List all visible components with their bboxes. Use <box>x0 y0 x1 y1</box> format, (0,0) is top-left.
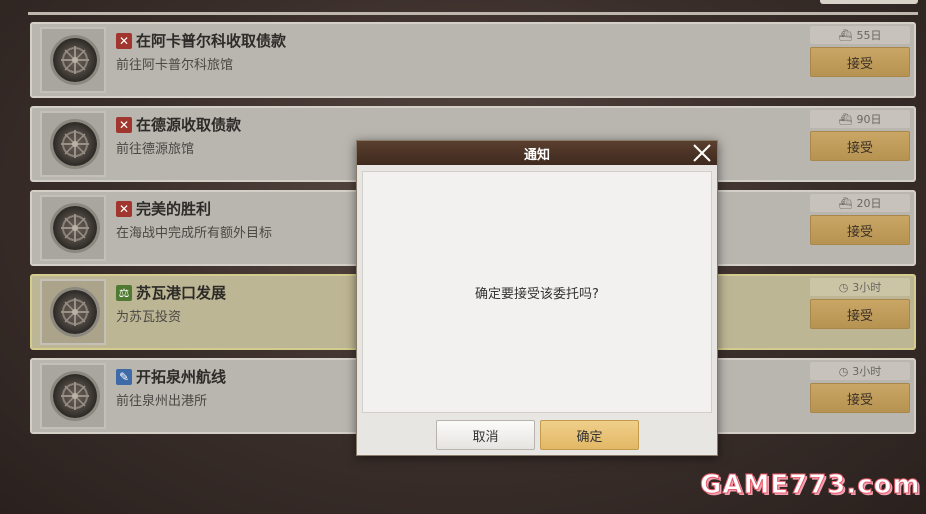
compass-icon <box>53 122 97 166</box>
quest-title: 在阿卡普尔科收取债款 <box>136 32 287 50</box>
duration-value: 55日 <box>856 29 882 42</box>
close-button[interactable] <box>691 142 713 164</box>
quest-icon-frame <box>40 111 106 177</box>
crossed-swords-icon: ✕ <box>116 201 132 217</box>
quest-duration: ◷ 3小时 <box>810 362 910 380</box>
quest-subtitle: 前往德源旅馆 <box>116 142 195 157</box>
accept-button[interactable]: 接受 <box>810 47 910 77</box>
accept-button[interactable]: 接受 <box>810 383 910 413</box>
quest-subtitle: 前往泉州出港所 <box>116 394 208 409</box>
duration-value: 3小时 <box>852 365 882 378</box>
compass-icon <box>53 374 97 418</box>
quest-subtitle: 在海战中完成所有额外目标 <box>116 226 273 241</box>
quest-icon-frame <box>40 279 106 345</box>
duration-value: 20日 <box>856 197 882 210</box>
quest-duration: ⛴ 55日 <box>810 26 910 44</box>
quest-icon-frame <box>40 363 106 429</box>
ship-icon: ⛴ <box>838 28 853 42</box>
quill-icon: ✎ <box>116 369 132 385</box>
dialog-title: 通知 <box>523 147 550 163</box>
compass-icon <box>53 290 97 334</box>
quest-title: 开拓泉州航线 <box>136 368 227 386</box>
duration-value: 3小时 <box>852 281 882 294</box>
quest-icon-frame <box>40 195 106 261</box>
dialog-message: 确定要接受该委托吗? <box>475 286 599 302</box>
top-edge-button[interactable] <box>820 0 918 4</box>
notification-dialog: 通知 确定要接受该委托吗? 取消 确定 <box>356 140 718 456</box>
top-divider <box>28 12 918 15</box>
compass-icon <box>53 38 97 82</box>
quest-icon-frame <box>40 27 106 93</box>
quest-duration: ◷ 3小时 <box>810 278 910 296</box>
quest-duration: ⛴ 90日 <box>810 110 910 128</box>
quest-row[interactable]: ✕ 在阿卡普尔科收取债款 前往阿卡普尔科旅馆 ⛴ 55日 接受 <box>30 22 916 98</box>
quest-title: 苏瓦港口发展 <box>136 284 227 302</box>
quest-title: 在德源收取债款 <box>136 116 242 134</box>
compass-icon <box>53 206 97 250</box>
accept-button[interactable]: 接受 <box>810 299 910 329</box>
duration-value: 90日 <box>856 113 882 126</box>
quest-title: 完美的胜利 <box>136 200 212 218</box>
ship-icon: ⛴ <box>838 196 853 210</box>
scales-icon: ⚖ <box>116 285 132 301</box>
quest-subtitle: 前往阿卡普尔科旅馆 <box>116 58 234 73</box>
ship-icon: ⛴ <box>838 112 853 126</box>
accept-button[interactable]: 接受 <box>810 215 910 245</box>
dialog-header: 通知 <box>357 141 717 165</box>
accept-button[interactable]: 接受 <box>810 131 910 161</box>
confirm-button[interactable]: 确定 <box>540 420 639 450</box>
crossed-swords-icon: ✕ <box>116 117 132 133</box>
quest-duration: ⛴ 20日 <box>810 194 910 212</box>
cancel-button[interactable]: 取消 <box>436 420 535 450</box>
dialog-message-area: 确定要接受该委托吗? <box>362 171 712 413</box>
watermark-logo: GAME773.com <box>700 470 921 501</box>
clock-icon: ◷ <box>838 280 849 294</box>
quest-subtitle: 为苏瓦投资 <box>116 310 182 325</box>
crossed-swords-icon: ✕ <box>116 33 132 49</box>
close-icon <box>693 144 711 162</box>
clock-icon: ◷ <box>838 364 849 378</box>
